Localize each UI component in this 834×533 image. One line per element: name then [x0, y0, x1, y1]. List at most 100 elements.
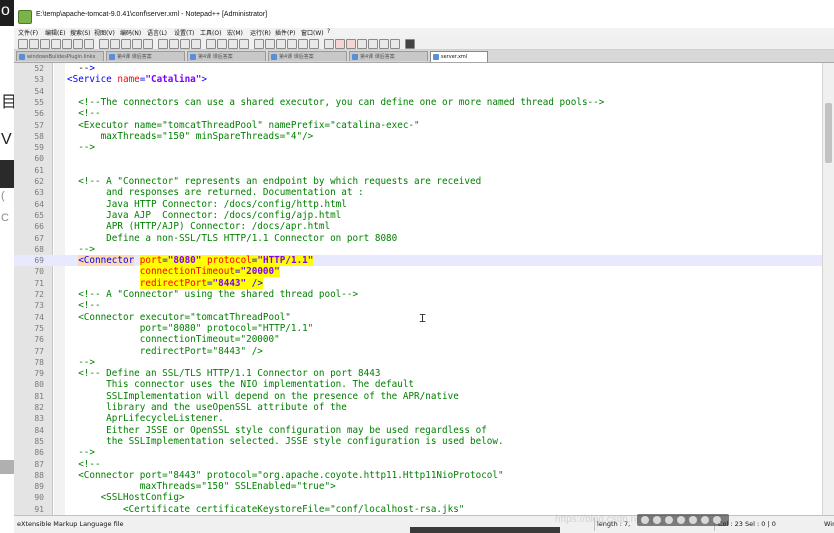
folder-workspace-icon[interactable] [298, 39, 308, 49]
code-line[interactable]: 79 <!-- Define an SSL/TLS HTTP/1.1 Conne… [14, 368, 822, 379]
menu-item-0[interactable]: 文件(F) [18, 28, 38, 37]
close-icon[interactable] [62, 39, 72, 49]
line-text: Java AJP Connector: /docs/config/ajp.htm… [67, 209, 342, 221]
code-line[interactable]: 63 and responses are returned. Documenta… [14, 187, 822, 198]
monitor-icon[interactable] [309, 39, 319, 49]
compare-icon[interactable] [390, 39, 400, 49]
func-list-icon[interactable] [287, 39, 297, 49]
menu-item-6[interactable]: 设置(T) [174, 28, 194, 37]
save-all-icon[interactable] [51, 39, 61, 49]
save-macro-icon[interactable] [368, 39, 378, 49]
line-number: 89 [34, 482, 44, 492]
sync-h-icon[interactable] [217, 39, 227, 49]
tab-2[interactable]: 第4课 课后答案 [187, 51, 266, 61]
indent-guide-icon[interactable] [254, 39, 264, 49]
code-line[interactable]: 67 Define a non-SSL/TLS HTTP/1.1 Connect… [14, 233, 822, 244]
code-line[interactable]: 81 SSLImplementation will depend on the … [14, 391, 822, 402]
code-line[interactable]: 83 AprLifecycleListener. [14, 413, 822, 424]
play-macro-icon[interactable] [346, 39, 356, 49]
open-file-icon[interactable] [29, 39, 39, 49]
zoom-in-icon[interactable] [180, 39, 190, 49]
code-line[interactable]: 53 <Service name="Catalina"> [14, 74, 822, 85]
tab-1[interactable]: 第4课 课后答案 [106, 51, 185, 61]
cut-icon[interactable] [99, 39, 109, 49]
code-line[interactable]: 54 [14, 86, 822, 97]
menu-item-3[interactable]: 视图(V) [94, 28, 115, 37]
line-text: SSLImplementation will depend on the pre… [67, 390, 459, 402]
code-line[interactable]: 87 <!-- [14, 459, 822, 470]
code-line[interactable]: 59 --> [14, 142, 822, 153]
ime-toolbar[interactable] [637, 514, 729, 526]
code-line[interactable]: 65 Java AJP Connector: /docs/config/ajp.… [14, 210, 822, 221]
replace-icon[interactable] [169, 39, 179, 49]
menu-item-8[interactable]: 宏(M) [227, 28, 243, 37]
code-line[interactable]: 60 [14, 153, 822, 164]
code-line[interactable]: 68 --> [14, 244, 822, 255]
zoom-out-icon[interactable] [191, 39, 201, 49]
spell-icon[interactable] [379, 39, 389, 49]
menu-item-1[interactable]: 编辑(E) [45, 28, 65, 37]
menu-item-5[interactable]: 语言(L) [147, 28, 167, 37]
tab-4[interactable]: 第4课 课后答案 [349, 51, 428, 61]
run-macro-multi-icon[interactable] [357, 39, 367, 49]
find-icon[interactable] [158, 39, 168, 49]
line-number: 91 [34, 504, 44, 514]
code-line[interactable]: 66 APR (HTTP/AJP) Connector: /docs/apr.h… [14, 221, 822, 232]
copy-icon[interactable] [110, 39, 120, 49]
code-line[interactable]: 88 <Connector port="8443" protocol="org.… [14, 470, 822, 481]
line-text: <Connector port="8443" protocol="org.apa… [67, 469, 504, 481]
undo-icon[interactable] [132, 39, 142, 49]
udl-icon[interactable] [265, 39, 275, 49]
code-line[interactable]: 69 <Connector port="8080" protocol="HTTP… [14, 255, 822, 267]
code-line[interactable]: 57 <Executor name="tomcatThreadPool" nam… [14, 120, 822, 131]
code-line[interactable]: 62 <!-- A "Connector" represents an endp… [14, 176, 822, 187]
code-line[interactable]: 82 library and the useOpenSSL attribute … [14, 402, 822, 413]
code-line[interactable]: 61 [14, 165, 822, 176]
code-line[interactable]: 76 connectionTimeout="20000" [14, 334, 822, 345]
menu-item-7[interactable]: 工具(O) [200, 28, 221, 37]
all-chars-icon[interactable] [239, 39, 249, 49]
code-line[interactable]: 86 --> [14, 447, 822, 458]
close-all-icon[interactable] [73, 39, 83, 49]
code-line[interactable]: 55 <!--The connectors can use a shared e… [14, 97, 822, 108]
menu-item-11[interactable]: 窗口(W) [301, 28, 324, 37]
new-file-icon[interactable] [18, 39, 28, 49]
code-line[interactable]: 58 maxThreads="150" minSpareThreads="4"/… [14, 131, 822, 142]
plugin-icon[interactable] [405, 39, 415, 49]
code-line[interactable]: 70 connectionTimeout="20000" [14, 266, 822, 278]
menu-item-12[interactable]: ? [327, 28, 330, 35]
code-line[interactable]: 52 --> [14, 63, 822, 74]
tab-0[interactable]: windowsBuildesPlugin.linkx [16, 51, 104, 61]
record-macro-icon[interactable] [324, 39, 334, 49]
code-line[interactable]: 64 Java HTTP Connector: /docs/config/htt… [14, 199, 822, 210]
line-text: <Executor name="tomcatThreadPool" namePr… [67, 119, 420, 131]
scrollbar-thumb[interactable] [825, 103, 832, 163]
line-number: 72 [34, 290, 44, 299]
paste-icon[interactable] [121, 39, 131, 49]
tab-5[interactable]: server.xml [430, 51, 488, 62]
sync-v-icon[interactable] [206, 39, 216, 49]
menu-item-2[interactable]: 搜索(S) [70, 28, 91, 37]
doc-map-icon[interactable] [276, 39, 286, 49]
editor-area[interactable]: 52 --> 53 <Service name="Catalina"> 54 55 <!… [14, 63, 822, 515]
code-line[interactable]: 89 maxThreads="150" SSLEnabled="true"> [14, 481, 822, 492]
menu-item-9[interactable]: 运行(R) [250, 28, 271, 37]
code-line[interactable]: 72 <!-- A "Connector" using the shared t… [14, 289, 822, 300]
save-icon[interactable] [40, 39, 50, 49]
code-line[interactable]: 80 This connector uses the NIO implement… [14, 379, 822, 390]
redo-icon[interactable] [143, 39, 153, 49]
code-line[interactable]: 90 <SSLHostConfig> [14, 492, 822, 503]
wrap-icon[interactable] [228, 39, 238, 49]
menu-item-10[interactable]: 插件(P) [275, 28, 295, 37]
vertical-scrollbar[interactable] [822, 63, 834, 515]
menu-item-4[interactable]: 编码(N) [120, 28, 141, 37]
tab-3[interactable]: 第4课 课后答案 [268, 51, 347, 61]
code-line[interactable]: 84 Either JSSE or OpenSSL style configur… [14, 425, 822, 436]
code-line[interactable]: 71 redirectPort="8443" /> [14, 277, 822, 289]
code-line[interactable]: 56 <!-- [14, 108, 822, 119]
code-line[interactable]: 78 --> [14, 357, 822, 368]
stop-macro-icon[interactable] [335, 39, 345, 49]
code-line[interactable]: 77 redirectPort="8443" /> [14, 346, 822, 357]
code-line[interactable]: 85 the SSLImplementation selected. JSSE … [14, 436, 822, 447]
print-icon[interactable] [84, 39, 94, 49]
